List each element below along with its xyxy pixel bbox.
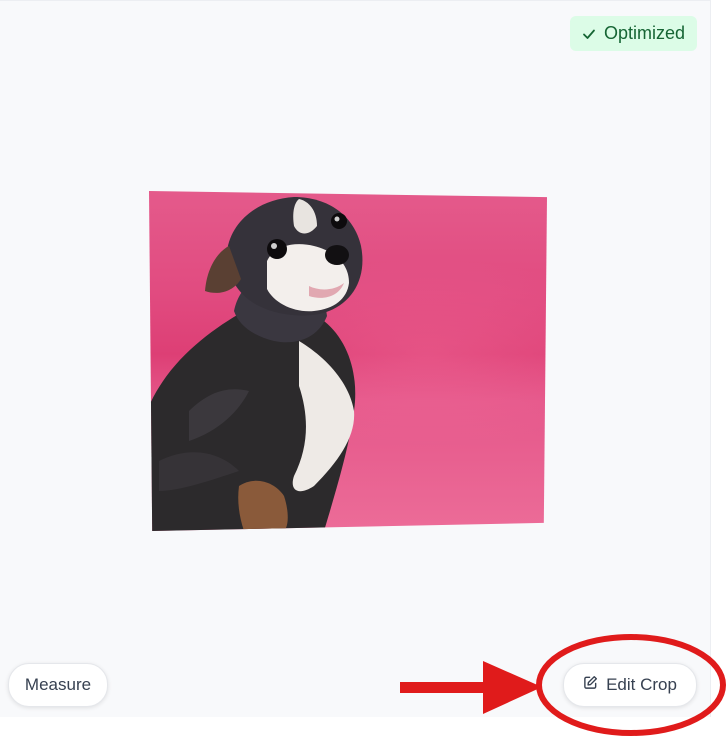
measure-button[interactable]: Measure	[8, 663, 108, 707]
measure-button-label: Measure	[24, 675, 92, 694]
status-badge-label: Optimized	[603, 23, 686, 43]
check-icon	[582, 27, 596, 41]
edit-crop-button[interactable]: Edit Crop	[563, 663, 697, 707]
edit-crop-button-label: Edit Crop	[606, 675, 677, 694]
cropped-photo[interactable]	[149, 191, 547, 531]
image-canvas: Optimized	[0, 0, 711, 717]
status-badge: Optimized	[570, 16, 697, 51]
edit-icon	[583, 675, 598, 695]
dog-photo	[149, 191, 547, 531]
